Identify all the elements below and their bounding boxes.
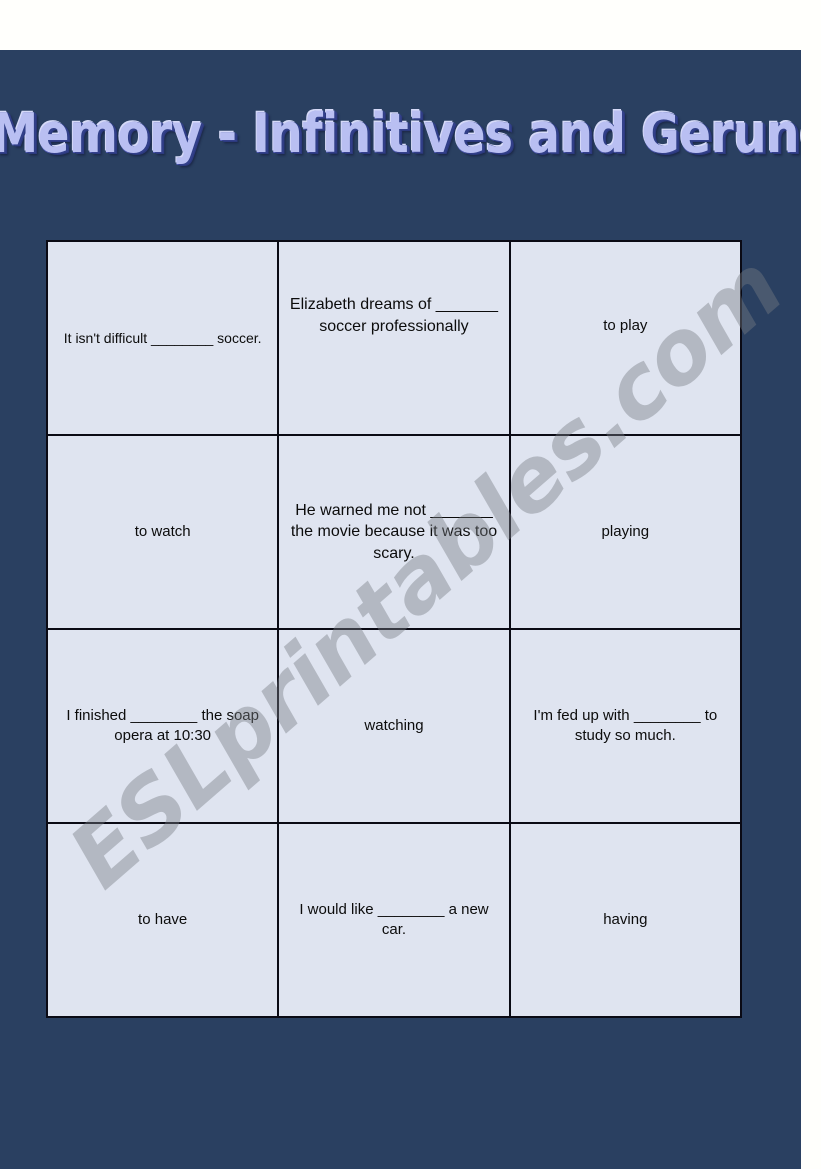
memory-cell-text: to watch [134,522,191,540]
table-row: to have I would like ________ a new car.… [45,822,743,1018]
memory-cell-text: I'm fed up with ________ to study so muc… [533,706,718,744]
table-row: It isn't difficult ________ soccer. Eliz… [45,240,743,436]
memory-cell-text: playing [601,522,650,540]
memory-cell-11[interactable]: I would like ________ a new car. [277,822,511,1018]
page-title: Memory - Infinitives and Gerunds [0,101,801,165]
memory-cell-5[interactable]: He warned me not _______ the movie becau… [277,434,511,630]
memory-cell-text: to play [603,316,648,334]
memory-cell-text: to have [138,910,188,928]
memory-cell-text: He warned me not _______ the movie becau… [290,501,498,562]
memory-cell-12[interactable]: having [508,822,743,1018]
memory-cell-text: Elizabeth dreams of _______ soccer profe… [289,296,499,335]
memory-cell-9[interactable]: I'm fed up with ________ to study so muc… [508,628,743,824]
memory-cell-8[interactable]: watching [277,628,511,824]
memory-game-grid: It isn't difficult ________ soccer. Eliz… [45,240,743,1018]
table-row: I finished ________ the soap opera at 10… [45,628,743,824]
memory-cell-4[interactable]: to watch [45,434,280,630]
memory-cell-1[interactable]: It isn't difficult ________ soccer. [45,240,280,436]
memory-cell-text: I finished ________ the soap opera at 10… [66,706,259,744]
memory-cell-text: I would like ________ a new car. [299,900,489,938]
memory-cell-2[interactable]: Elizabeth dreams of _______ soccer profe… [277,240,511,436]
memory-cell-text: having [603,910,648,928]
page-title-container: Memory - Infinitives and Gerunds [0,101,801,172]
memory-cell-text: watching [364,716,424,734]
worksheet-page: Memory - Infinitives and Gerunds ESLprin… [0,0,821,1169]
memory-cell-6[interactable]: playing [508,434,743,630]
table-row: to watch He warned me not _______ the mo… [45,434,743,630]
memory-cell-7[interactable]: I finished ________ the soap opera at 10… [45,628,280,824]
memory-cell-3[interactable]: to play [508,240,743,436]
memory-cell-text: It isn't difficult ________ soccer. [63,329,262,346]
worksheet-panel: Memory - Infinitives and Gerunds ESLprin… [0,50,801,1169]
memory-cell-10[interactable]: to have [45,822,280,1018]
